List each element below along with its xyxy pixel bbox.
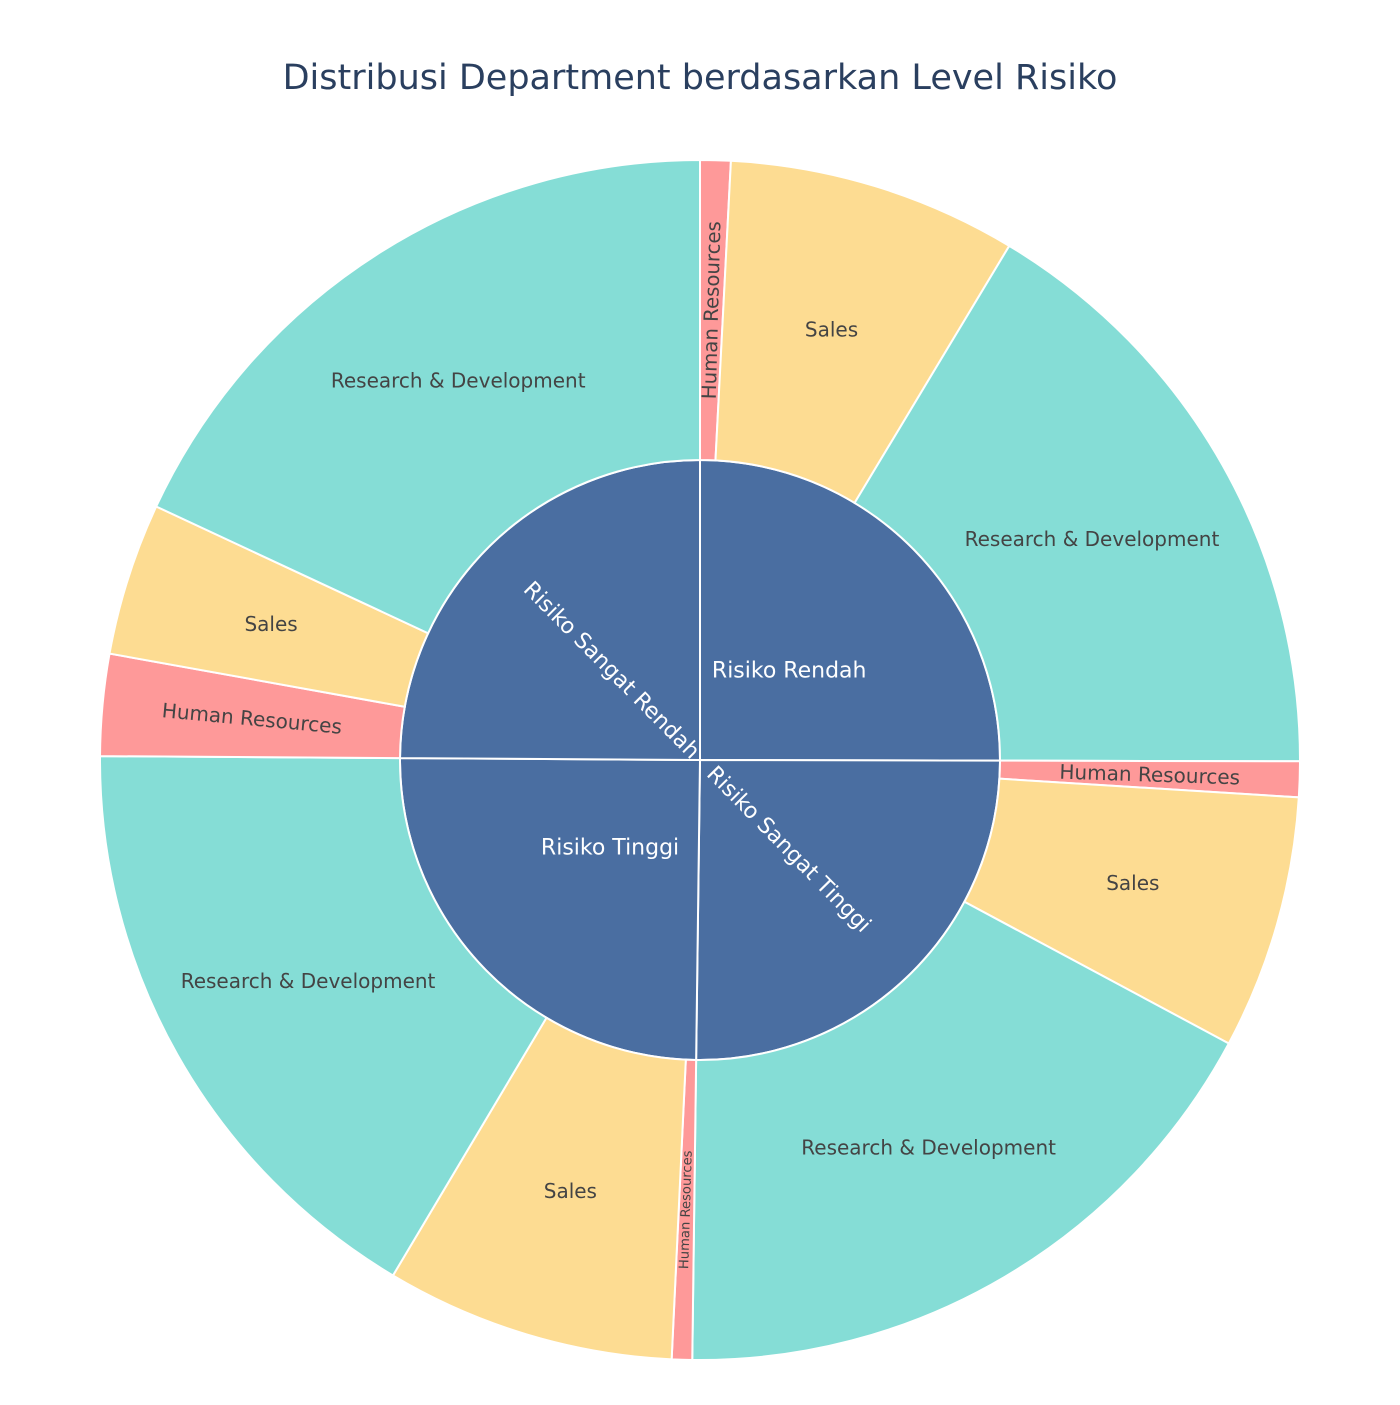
sunburst-chart: Distribusi Department berdasarkan Level … [0, 0, 1400, 1400]
inner-ring [398, 458, 1002, 1061]
chart-title: Distribusi Department berdasarkan Level … [282, 58, 1118, 98]
outer-label-risiko-sangat-rendah-research-and-development: Research & Development [331, 368, 586, 392]
sunburst-svg: Risiko Rendah Human Resources Sales Researc… [99, 158, 1302, 1361]
outer-label-risiko-rendah-research-and-development: Research & Development [965, 527, 1220, 551]
inner-label-risiko-rendah: Risiko Rendah [712, 659, 867, 684]
inner-label-risiko-tinggi: Risiko Tinggi [541, 836, 679, 861]
outer-label-risiko-tinggi-research-and-development: Research & Development [181, 969, 436, 993]
outer-label-risiko-rendah-sales: Sales [805, 318, 858, 342]
outer-label-risiko-rendah-human-resources: Human Resources [698, 221, 726, 400]
outer-label-risiko-sangat-rendah-sales: Sales [244, 612, 297, 636]
outer-label-risiko-sangat-tinggi-sales: Sales [1106, 871, 1159, 895]
outer-label-risiko-sangat-tinggi-research-and-development: Research & Development [801, 1136, 1056, 1160]
outer-label-risiko-tinggi-sales: Sales [544, 1179, 597, 1203]
